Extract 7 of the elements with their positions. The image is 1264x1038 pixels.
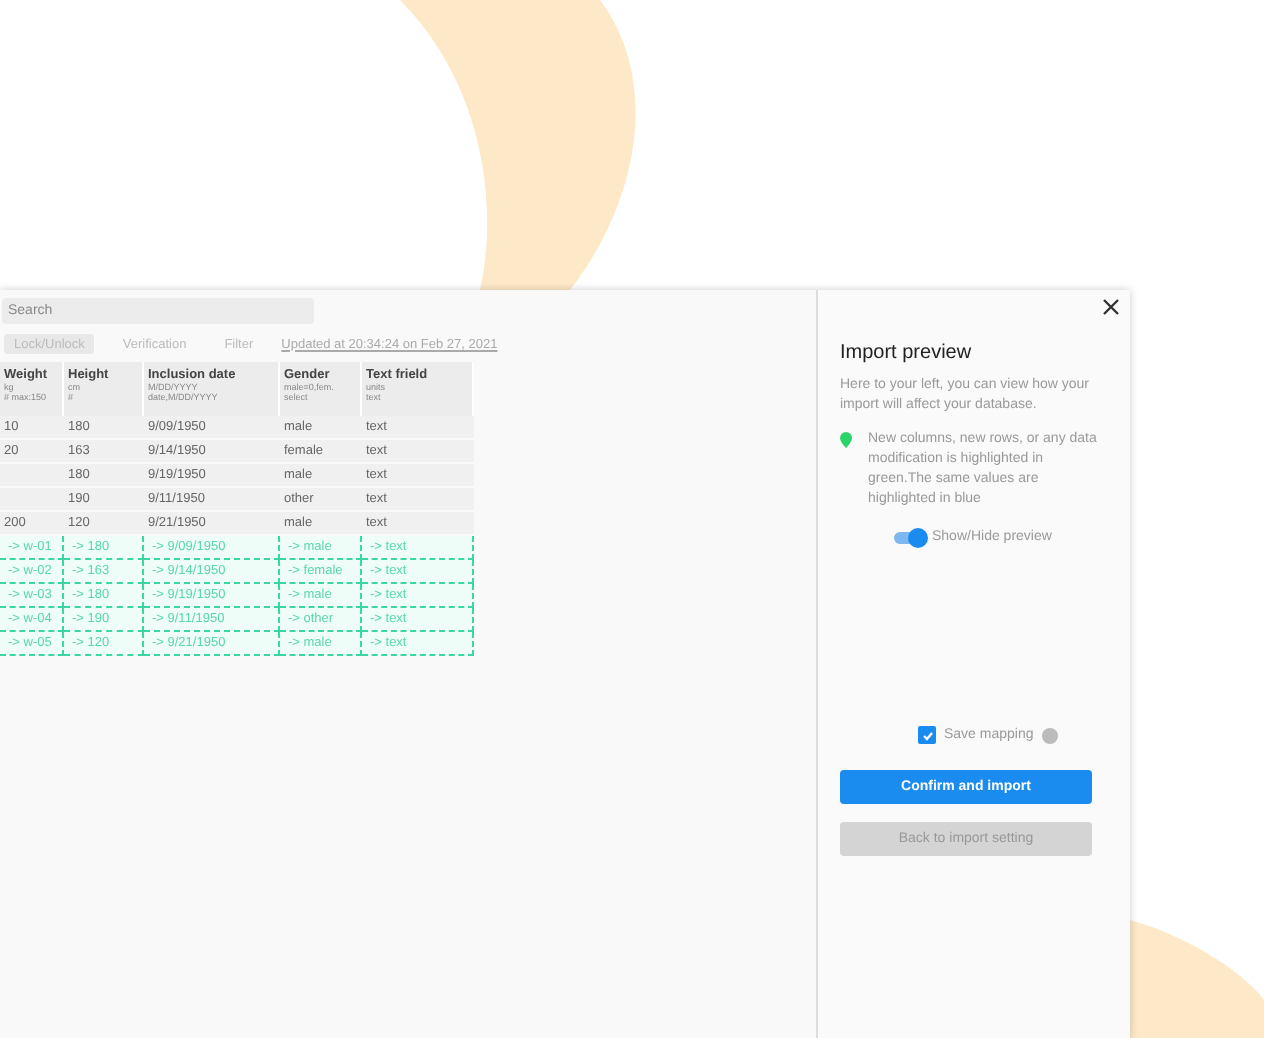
info-icon[interactable] — [1041, 727, 1058, 743]
close-icon[interactable] — [1102, 298, 1120, 316]
preview-toggle[interactable] — [894, 531, 926, 543]
save-mapping-checkbox[interactable] — [918, 726, 936, 744]
pin-icon — [840, 432, 852, 448]
background-shape — [1130, 920, 1264, 1038]
panel-title: Import preview — [840, 342, 974, 364]
